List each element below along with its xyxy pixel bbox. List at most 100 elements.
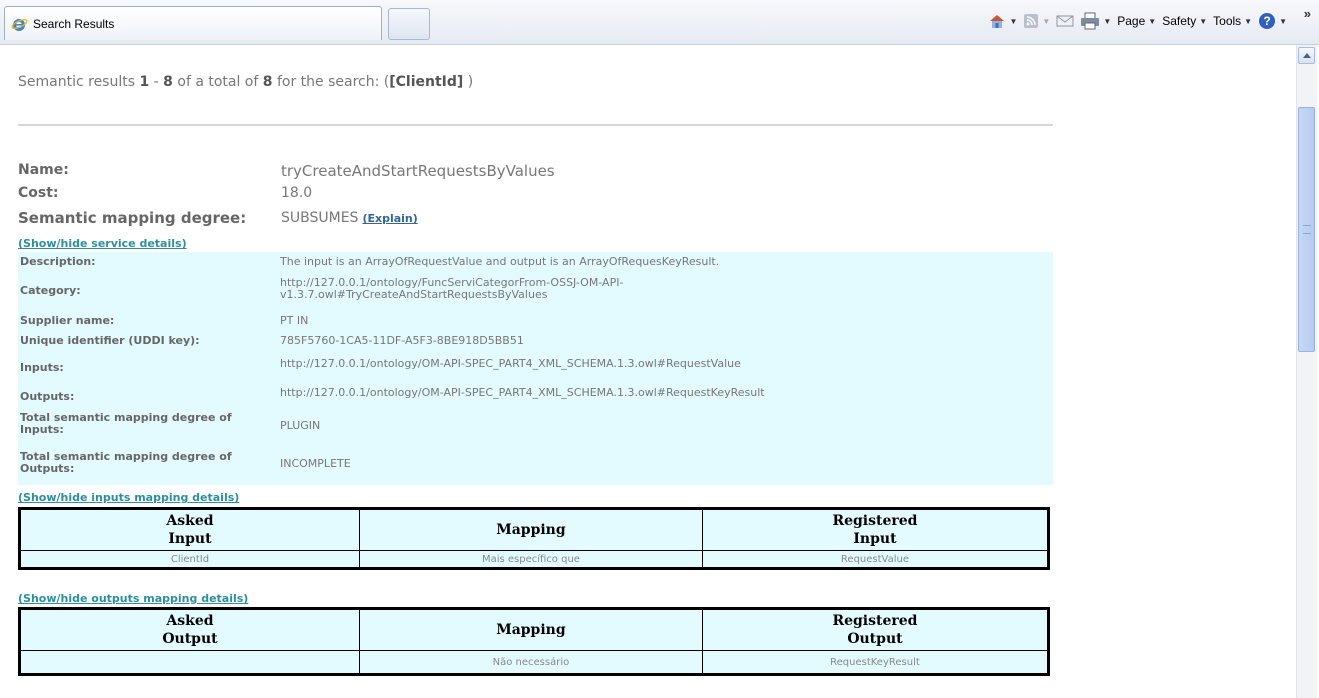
summary-query: [ClientId] — [389, 74, 464, 90]
home-caret-icon[interactable]: ▼ — [1009, 17, 1017, 26]
print-caret-icon[interactable]: ▼ — [1103, 17, 1111, 26]
detail-value: http://127.0.0.1/ontology/OM-API-SPEC_PA… — [280, 357, 741, 370]
printer-icon — [1081, 12, 1100, 30]
detail-value: PLUGIN — [280, 419, 321, 432]
detail-label: Unique identifier (UDDI key): — [20, 334, 200, 347]
summary-suffix-post: ) — [463, 74, 474, 90]
detail-value: PT IN — [280, 314, 309, 327]
home-button[interactable]: ▼ — [988, 13, 1017, 29]
feeds-caret-icon[interactable]: ▼ — [1042, 17, 1050, 26]
header-registered-input: Registered Input — [701, 508, 1050, 551]
header-asked-input-line1: Asked — [166, 513, 214, 529]
summary-range-sep: - — [149, 74, 164, 90]
scroll-up-arrow-icon[interactable] — [1298, 47, 1315, 64]
detail-label: Total semantic mapping degree of Outputs… — [20, 450, 232, 475]
service-name: tryCreateAndStartRequestsByValues — [281, 162, 555, 180]
vertical-scrollbar[interactable] — [1296, 45, 1317, 698]
detail-value: INCOMPLETE — [280, 457, 351, 470]
safety-caret-icon: ▼ — [1199, 16, 1208, 26]
summary-range-end: 8 — [163, 74, 173, 90]
command-bar: ▼ ▼ ▼ Page ▼ Safety ▼ Tools ▼ ? ▼ — [988, 10, 1287, 32]
table-row: ClientId Mais específico que RequestValu… — [19, 550, 1050, 569]
header-asked-output-line1: Asked — [166, 613, 214, 629]
header-registered-output-line2: Output — [847, 631, 903, 647]
header-asked-output: Asked Output — [19, 608, 360, 651]
help-menu[interactable]: ? ▼ — [1258, 12, 1287, 30]
help-icon: ? — [1259, 13, 1276, 29]
cell-registered-output: RequestKeyResult — [701, 650, 1050, 675]
tools-menu-label: Tools — [1213, 14, 1242, 28]
mapping-degree-value: SUBSUMES (Explain) — [281, 210, 418, 226]
inputs-mapping-toggle[interactable]: (Show/hide inputs mapping details) — [18, 491, 239, 504]
cell-asked-input: ClientId — [19, 550, 360, 569]
cost-label: Cost: — [18, 185, 59, 201]
print-button[interactable]: ▼ — [1080, 12, 1111, 30]
inputs-mapping-table: Asked Input Mapping Registered Input Clien… — [18, 507, 1050, 570]
new-tab-button[interactable] — [388, 8, 430, 40]
header-asked-output-line2: Output — [162, 631, 218, 647]
summary-prefix: Semantic results — [18, 74, 140, 90]
cell-asked-output — [19, 650, 360, 675]
page-caret-icon: ▼ — [1148, 16, 1157, 26]
service-details-panel: Description: The input is an ArrayOfRequ… — [18, 252, 1053, 485]
service-details-toggle[interactable]: (Show/hide service details) — [18, 237, 187, 250]
results-summary: Semantic results 1 - 8 of a total of 8 f… — [18, 74, 473, 90]
detail-value: http://127.0.0.1/ontology/FuncServiCateg… — [280, 276, 624, 301]
tools-caret-icon: ▼ — [1244, 16, 1253, 26]
detail-value: http://127.0.0.1/ontology/OM-API-SPEC_PA… — [280, 386, 765, 399]
browser-tab[interactable]: Search Results — [4, 6, 382, 40]
summary-range-start: 1 — [139, 74, 150, 90]
detail-label: Outputs: — [20, 390, 75, 403]
summary-middle: of a total of — [172, 74, 263, 90]
browser-toolbar: Search Results ▼ ▼ ▼ Page ▼ Safety ▼ Too… — [0, 0, 1319, 45]
mail-icon — [1056, 15, 1074, 27]
mapping-degree-text: SUBSUMES — [281, 210, 359, 226]
safety-menu-label: Safety — [1162, 14, 1197, 28]
detail-value: The input is an ArrayOfRequestValue and … — [280, 255, 720, 268]
scroll-thumb[interactable] — [1298, 107, 1315, 352]
separator-line — [18, 124, 1053, 126]
home-icon — [990, 15, 1005, 28]
detail-label: Supplier name: — [20, 314, 115, 327]
cell-mapping: Não necessário — [358, 650, 703, 675]
detail-label: Inputs: — [20, 361, 64, 374]
scroll-grip-icon — [1303, 225, 1311, 234]
help-caret-icon: ▼ — [1279, 16, 1287, 26]
rss-feed-icon — [1024, 14, 1039, 28]
header-registered-input-line2: Input — [853, 531, 897, 547]
mapping-degree-label: Semantic mapping degree: — [18, 209, 247, 227]
header-registered-output-line1: Registered — [832, 613, 918, 629]
header-mapping: Mapping — [358, 508, 703, 551]
explain-link[interactable]: (Explain) — [362, 212, 417, 225]
detail-label: Total semantic mapping degree of Inputs: — [20, 411, 232, 436]
header-asked-input: Asked Input — [19, 508, 360, 551]
cell-mapping: Mais específico que — [358, 550, 703, 569]
header-asked-input-line2: Input — [168, 531, 212, 547]
summary-suffix-pre: for the search: ( — [272, 74, 390, 90]
header-registered-input-line1: Registered — [832, 513, 918, 529]
feeds-button[interactable]: ▼ — [1023, 13, 1050, 29]
tools-menu[interactable]: Tools ▼ — [1213, 14, 1252, 28]
table-header-row: Asked Output Mapping Registered Output — [19, 608, 1050, 651]
cost-value: 18.0 — [281, 185, 313, 201]
summary-total: 8 — [262, 74, 273, 90]
safety-menu[interactable]: Safety ▼ — [1162, 14, 1207, 28]
cell-registered-input: RequestValue — [701, 550, 1050, 569]
table-header-row: Asked Input Mapping Registered Input — [19, 508, 1050, 551]
detail-label: Description: — [20, 255, 96, 268]
name-label: Name: — [18, 162, 69, 178]
detail-value: 785F5760-1CA5-11DF-A5F3-8BE918D5BB51 — [280, 334, 524, 347]
detail-label: Category: — [20, 284, 81, 297]
toolbar-overflow-chevron[interactable]: » — [1304, 6, 1311, 21]
page-menu[interactable]: Page ▼ — [1117, 14, 1156, 28]
table-row: Não necessário RequestKeyResult — [19, 650, 1050, 675]
internet-explorer-icon — [11, 19, 28, 31]
page-menu-label: Page — [1117, 14, 1146, 28]
svg-text:?: ? — [1263, 14, 1270, 28]
tab-title: Search Results — [33, 17, 115, 31]
outputs-mapping-toggle[interactable]: (Show/hide outputs mapping details) — [18, 592, 248, 605]
outputs-mapping-table: Asked Output Mapping Registered Output Não… — [18, 607, 1050, 676]
read-mail-button[interactable] — [1056, 14, 1074, 28]
header-mapping: Mapping — [358, 608, 703, 651]
header-registered-output: Registered Output — [701, 608, 1050, 651]
